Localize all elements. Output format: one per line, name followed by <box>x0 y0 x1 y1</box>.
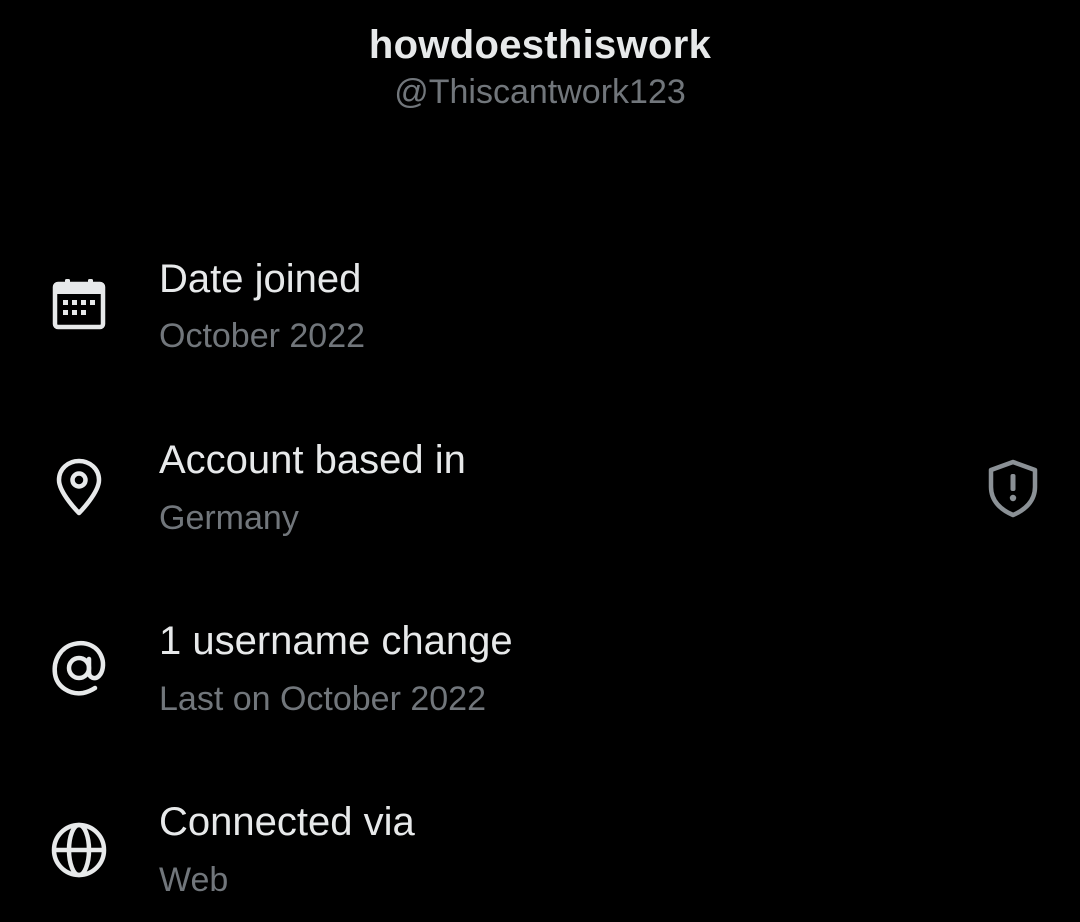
user-handle: @Thiscantwork123 <box>394 73 686 111</box>
row-title: 1 username change <box>159 619 513 663</box>
row-title: Connected via <box>159 800 415 844</box>
about-row-account-based-in: Account based in Germany <box>0 431 1080 551</box>
display-name: howdoesthiswork <box>368 23 712 67</box>
row-title: Date joined <box>159 257 362 301</box>
row-title: Account based in <box>159 438 466 482</box>
globe-icon <box>48 819 110 881</box>
shield-alert-icon[interactable] <box>984 457 1042 519</box>
location-pin-icon <box>48 457 110 519</box>
calendar-icon <box>48 275 110 337</box>
about-row-username-change: 1 username change Last on October 2022 <box>0 612 1080 732</box>
about-row-date-joined: Date joined October 2022 <box>0 250 1080 370</box>
row-subtitle: Germany <box>159 499 299 537</box>
at-sign-icon <box>48 637 110 699</box>
row-subtitle: Last on October 2022 <box>159 680 487 718</box>
about-row-connected-via: Connected via Web <box>0 793 1080 913</box>
row-subtitle: Web <box>159 861 229 899</box>
row-subtitle: October 2022 <box>159 317 366 355</box>
